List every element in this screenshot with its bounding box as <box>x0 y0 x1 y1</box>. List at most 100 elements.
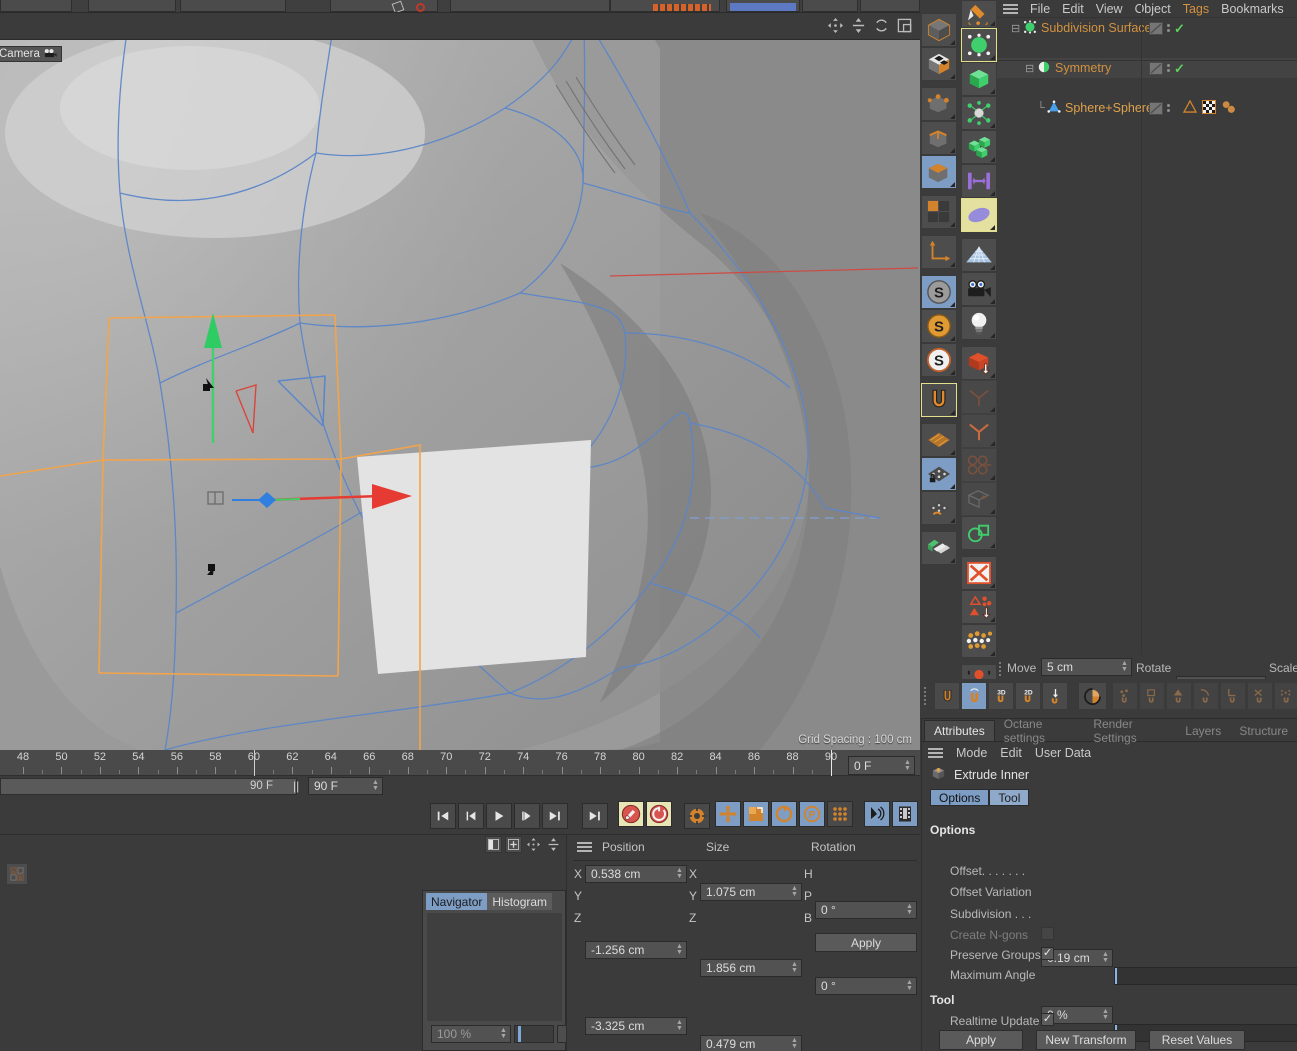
navigator-zoom-spinner[interactable]: ▲ ▼ <box>497 1026 510 1042</box>
snap-drop-icon[interactable] <box>1042 682 1068 710</box>
scale-view-icon[interactable] <box>851 18 866 33</box>
size-z-field[interactable]: 0.479 cm ▲ ▼ <box>700 1035 802 1051</box>
pill-options[interactable]: Options <box>930 789 990 806</box>
toolbar-group-3[interactable] <box>180 0 286 12</box>
expand-toggle[interactable]: ⊟ <box>1025 62 1037 75</box>
navigator-panel[interactable]: Navigator Histogram 100 % ▲ ▼ <box>422 890 569 1051</box>
object-row-symmetry[interactable]: ⊟ Symmetry ✓ <box>997 58 1297 78</box>
create-polygon-icon[interactable] <box>961 516 997 550</box>
timeline-playhead[interactable] <box>831 750 832 776</box>
go-to-start-icon[interactable] <box>430 803 456 829</box>
visibility-dots-icon[interactable] <box>1167 64 1170 72</box>
tab-render-settings[interactable]: Render Settings <box>1084 717 1176 745</box>
texture-mode-icon[interactable] <box>921 423 957 457</box>
uv-unwrap-icon[interactable] <box>961 556 997 590</box>
tab-structure[interactable]: Structure <box>1230 720 1297 741</box>
timeline-marker[interactable] <box>253 750 255 776</box>
viewport-nav-icons[interactable] <box>828 18 912 33</box>
tab-octane-settings[interactable]: Octane settings <box>995 717 1085 745</box>
attributes-menu[interactable]: Mode Edit User Data <box>922 742 1297 764</box>
navigator-zoom-field[interactable]: 100 % ▲ ▼ <box>431 1025 511 1043</box>
om-menu-object[interactable]: Object <box>1135 2 1171 16</box>
scale-view-icon[interactable] <box>545 836 562 853</box>
add-view-icon[interactable] <box>505 836 522 853</box>
object-name-label[interactable]: Symmetry <box>1055 61 1111 75</box>
rotation-p-spinner[interactable]: ▲ ▼ <box>903 978 916 994</box>
spline-snap-icon[interactable] <box>1193 682 1219 710</box>
maximize-view-icon[interactable] <box>897 18 912 33</box>
layout-preset-icon[interactable]: A B <box>6 863 28 885</box>
polygon-snap-icon[interactable] <box>1166 682 1192 710</box>
toolbar-group-7[interactable] <box>726 0 800 12</box>
keyframe-settings-button[interactable] <box>684 803 710 829</box>
toolbar-group-6[interactable] <box>610 0 720 12</box>
uv-mode-icon[interactable] <box>921 195 957 229</box>
expand-toggle[interactable]: ⊟ <box>1011 22 1023 35</box>
step-back-icon[interactable] <box>458 803 484 829</box>
spline-pen-icon[interactable] <box>961 0 997 28</box>
snap-mode-bar[interactable]: 3D 2D <box>921 679 1297 719</box>
scale-key-icon[interactable] <box>743 801 769 827</box>
right-tool-column[interactable]: PSR <box>961 0 997 800</box>
point-level-key-icon[interactable] <box>827 801 853 827</box>
tab-layers[interactable]: Layers <box>1176 720 1230 741</box>
position-z-spinner[interactable]: ▲ ▼ <box>673 1018 686 1034</box>
size-z-spinner[interactable]: ▲ ▼ <box>788 1036 801 1051</box>
position-y-spinner[interactable]: ▲ ▼ <box>673 942 686 958</box>
toolbar-group-2[interactable] <box>88 0 176 12</box>
object-tag-area[interactable]: ✓ <box>1149 18 1185 38</box>
knife-loop-icon[interactable] <box>961 448 997 482</box>
position-y-field[interactable]: -1.256 cm ▲ ▼ <box>585 941 687 959</box>
rotation-p-field[interactable]: 0 ° ▲ ▼ <box>815 977 917 995</box>
timeline-ruler[interactable]: 4850525456586062646668707274767880828486… <box>0 750 920 776</box>
object-manager-menu-icon[interactable] <box>1003 3 1018 14</box>
polygons-mode-icon[interactable] <box>921 155 957 189</box>
preserve-groups-checkbox[interactable]: ✓ <box>1041 947 1054 960</box>
snap-2d-icon[interactable]: 2D <box>1015 682 1041 710</box>
tab-attributes[interactable]: Attributes <box>924 720 995 741</box>
object-name-label[interactable]: Subdivision Surface <box>1041 21 1151 35</box>
attr-menu-user-data[interactable]: User Data <box>1035 746 1091 760</box>
object-axis-icon[interactable]: S <box>921 275 957 309</box>
transport-bar[interactable]: P <box>0 798 920 835</box>
object-tags-list[interactable] <box>1182 98 1236 118</box>
object-tag-area[interactable]: ✓ <box>1149 58 1185 78</box>
create-ngons-checkbox[interactable] <box>1041 927 1054 940</box>
snap-group-2[interactable] <box>1112 682 1297 710</box>
snap-group-1[interactable]: 3D 2D <box>934 682 1068 710</box>
enable-snapping-icon[interactable] <box>921 383 957 417</box>
rotate-view-icon[interactable] <box>874 18 889 33</box>
frame-range-field[interactable]: 90 F ▲ ▼ <box>308 777 383 795</box>
toolbar-group-1[interactable] <box>0 0 72 12</box>
attr-menu-mode[interactable]: Mode <box>956 746 987 760</box>
attributes-pill-tabs[interactable]: Options Tool <box>930 789 1297 806</box>
current-frame-field[interactable]: 0 F ▲ ▼ <box>848 756 915 775</box>
toolbar-group-4[interactable] <box>330 0 438 12</box>
intersection-snap-icon[interactable] <box>1247 682 1273 710</box>
viewport-camera-tag[interactable]: Camera <box>0 46 62 62</box>
rotation-key-icon[interactable] <box>771 801 797 827</box>
axis-mode-icon[interactable] <box>921 235 957 269</box>
step-forward-icon[interactable] <box>514 803 540 829</box>
navigator-canvas[interactable] <box>427 913 562 1021</box>
primitive-cube-icon[interactable] <box>961 62 997 96</box>
subdivide-icon[interactable] <box>961 482 997 516</box>
enable-check-icon[interactable]: ✓ <box>1174 22 1185 35</box>
environment-icon[interactable] <box>961 238 997 272</box>
field-icon[interactable] <box>961 198 997 232</box>
deformer-icon[interactable] <box>961 164 997 198</box>
snap-3d-icon[interactable]: 3D <box>988 682 1014 710</box>
object-manager[interactable]: File Edit View Object Tags Bookmarks ⊟ S… <box>997 0 1297 655</box>
object-tag-area[interactable] <box>1149 98 1170 118</box>
record-group[interactable] <box>618 801 672 827</box>
quantize-snap-icon[interactable] <box>961 682 987 710</box>
key-type-group[interactable]: P <box>715 801 853 827</box>
record-icon[interactable] <box>618 801 644 827</box>
attr-menu-edit[interactable]: Edit <box>1000 746 1022 760</box>
visibility-dots-icon[interactable] <box>1167 104 1170 112</box>
position-x-spinner[interactable]: ▲ ▼ <box>673 866 686 882</box>
attributes-panel[interactable]: Attributes Octane settings Render Settin… <box>921 717 1297 1051</box>
om-menu-view[interactable]: View <box>1096 2 1123 16</box>
navigator-tabs[interactable]: Navigator Histogram <box>423 891 565 910</box>
move-step-field[interactable]: 5 cm ▲ ▼ <box>1041 658 1132 676</box>
